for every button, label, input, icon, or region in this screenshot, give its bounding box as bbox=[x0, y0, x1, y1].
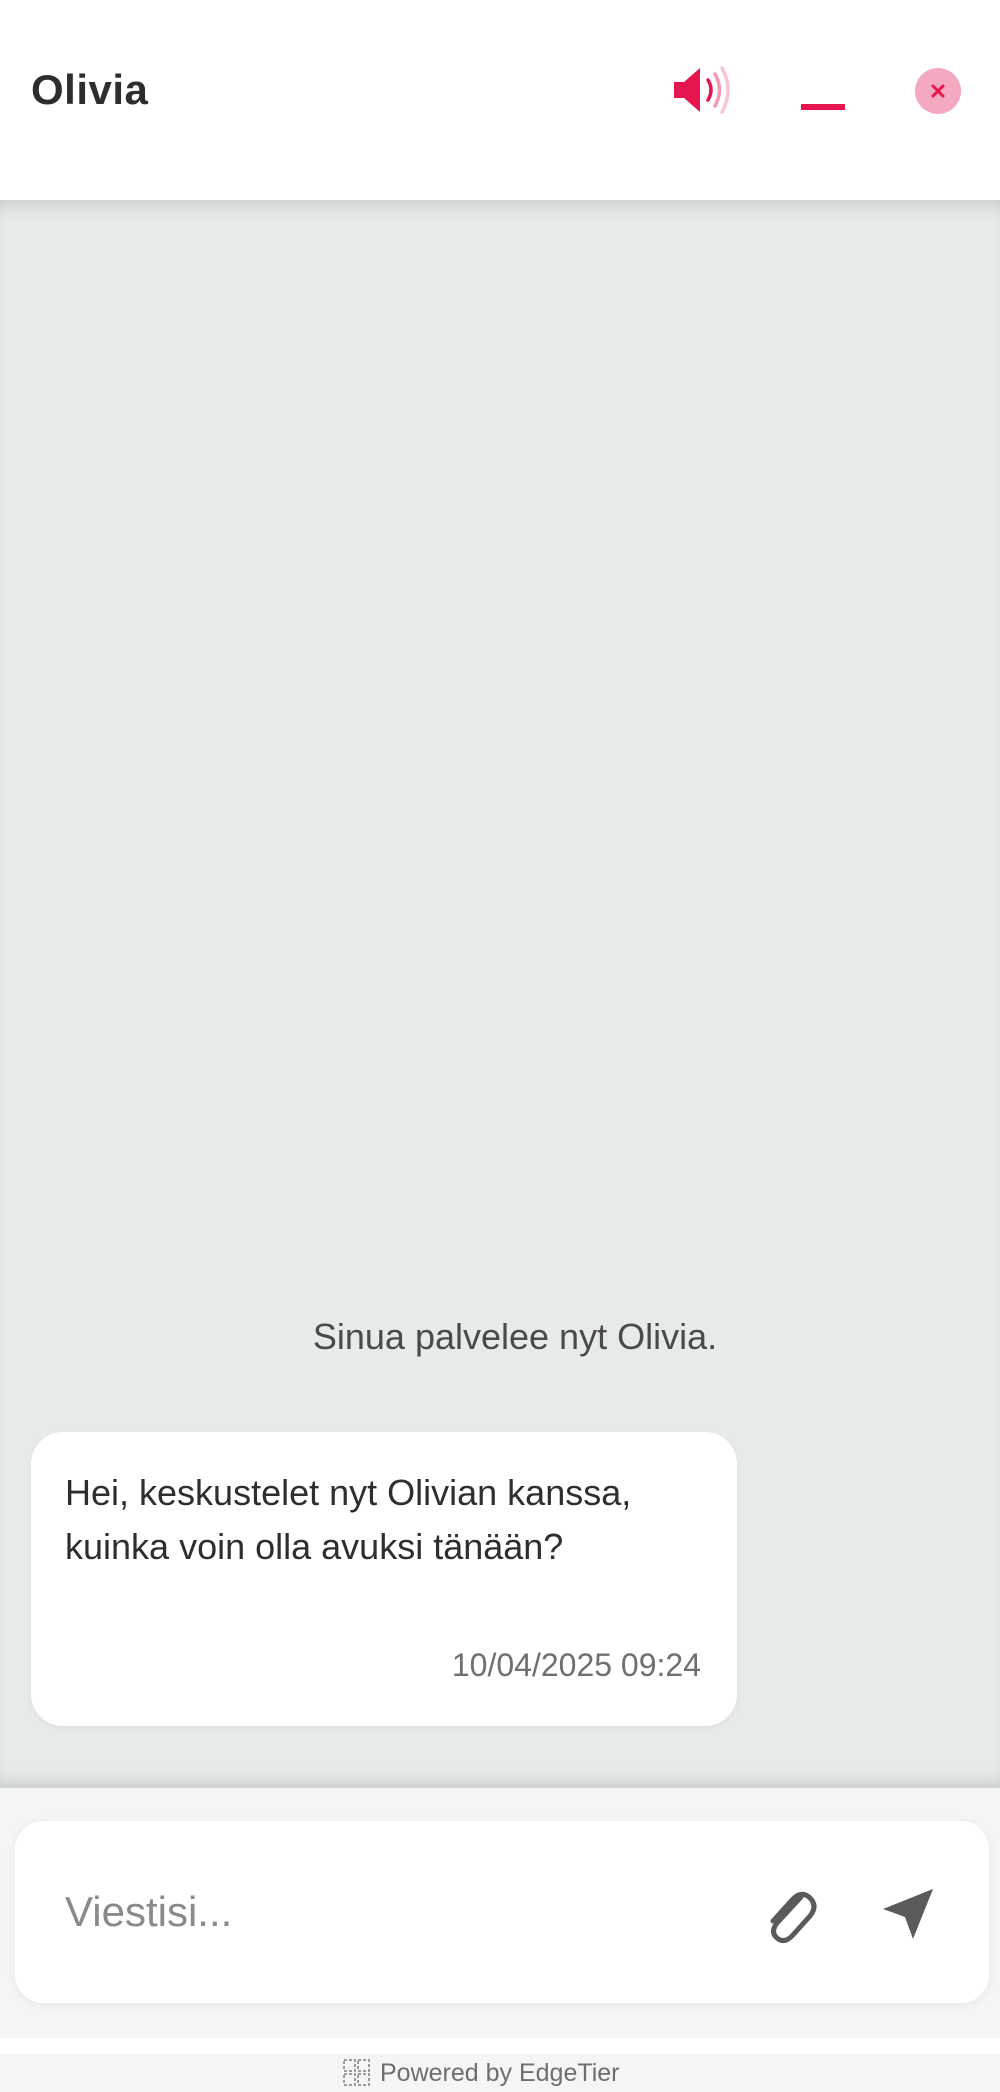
attach-file-button[interactable] bbox=[757, 1879, 821, 1949]
close-button[interactable] bbox=[915, 68, 961, 114]
send-arrow-icon bbox=[883, 1889, 933, 1939]
agent-message-text: Hei, keskustelet nyt Olivian kanssa, kui… bbox=[65, 1472, 632, 1567]
powered-by-footer: Powered by EdgeTier bbox=[0, 2054, 1000, 2092]
powered-by-text: Powered by EdgeTier bbox=[380, 2058, 620, 2087]
send-button[interactable] bbox=[877, 1881, 941, 1945]
sound-toggle-button[interactable] bbox=[672, 62, 736, 118]
chat-header: Olivia bbox=[0, 0, 1000, 200]
speaker-volume-icon bbox=[674, 66, 730, 114]
message-input[interactable] bbox=[63, 1871, 707, 1953]
system-note: Sinua palvelee nyt Olivia. bbox=[312, 1316, 718, 1357]
chat-widget: Olivia Sinua palvelee nyt Olivia. Hei, k… bbox=[0, 0, 1000, 2092]
agent-message-bubble: Hei, keskustelet nyt Olivian kanssa, kui… bbox=[31, 1432, 737, 1726]
composer-area bbox=[0, 1788, 1000, 2038]
paperclip-icon bbox=[770, 1891, 817, 1944]
minimize-icon bbox=[801, 104, 845, 110]
message-list[interactable]: Sinua palvelee nyt Olivia. Hei, keskuste… bbox=[0, 200, 1000, 1788]
message-composer bbox=[15, 1821, 989, 2003]
close-icon bbox=[931, 84, 945, 98]
message-timestamp: 10/04/2025 09:24 bbox=[451, 1647, 701, 1683]
agent-name: Olivia bbox=[31, 66, 149, 113]
powered-by-link[interactable]: Powered by EdgeTier bbox=[342, 2058, 619, 2088]
minimize-button[interactable] bbox=[795, 70, 851, 120]
edgetier-logo-icon bbox=[343, 2059, 370, 2086]
